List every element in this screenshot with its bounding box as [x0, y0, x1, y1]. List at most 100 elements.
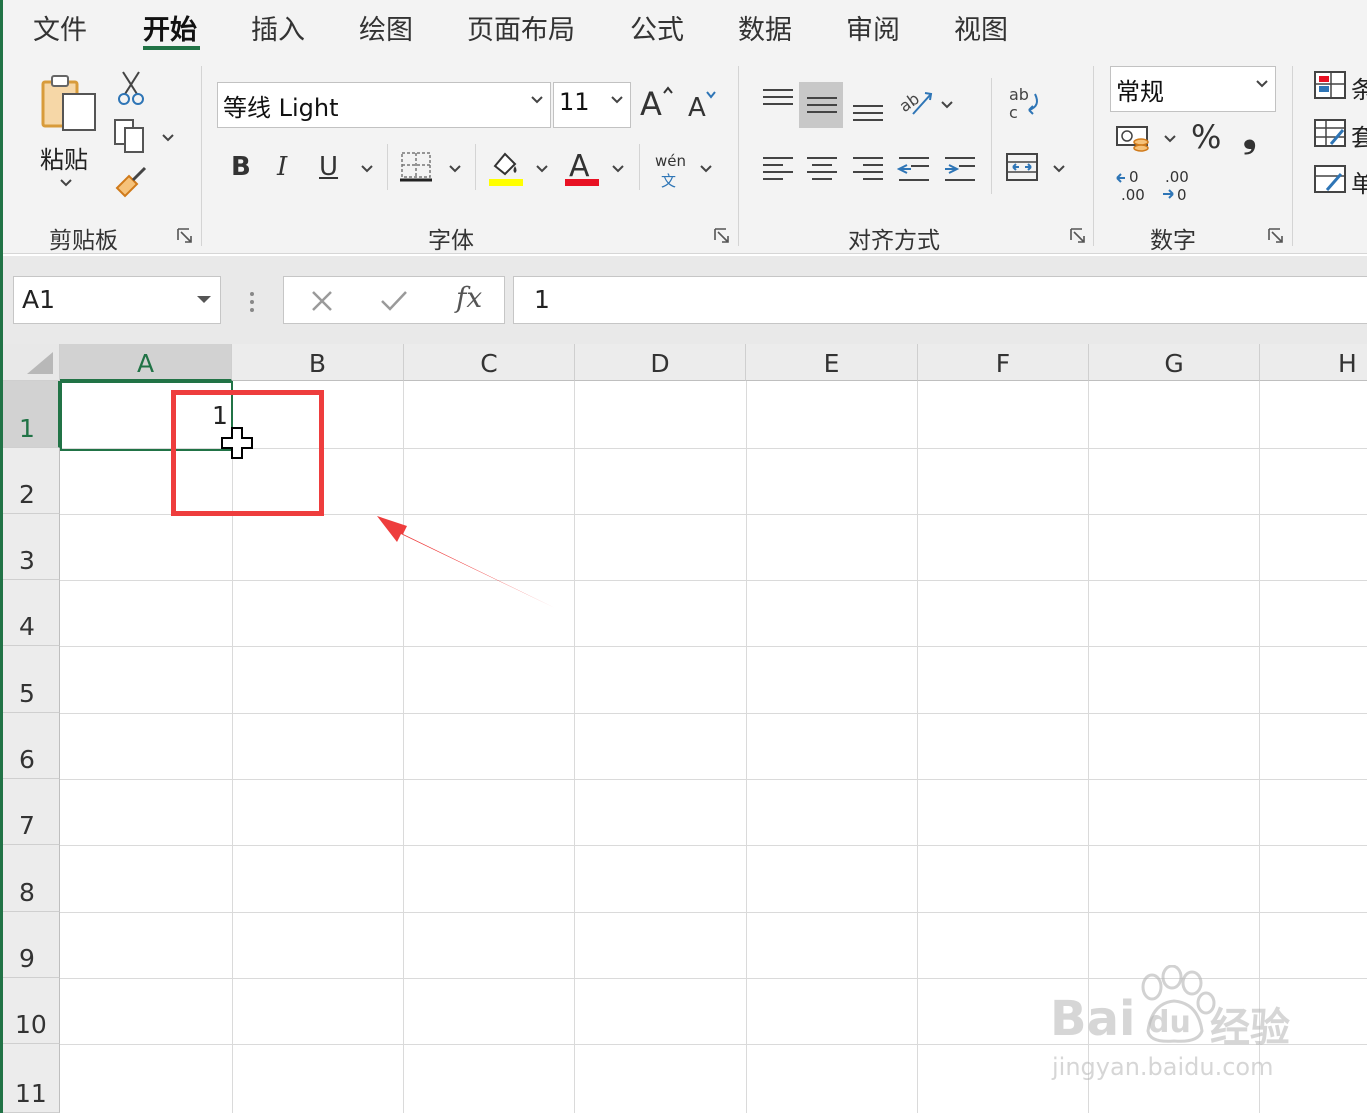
align-bottom-icon[interactable] [851, 96, 885, 126]
row-header-3[interactable]: 3 [3, 514, 60, 580]
active-tab-indicator [143, 46, 200, 50]
tab-view[interactable]: 视图 [954, 8, 1008, 47]
number-format-combo[interactable]: 常规 [1110, 66, 1276, 112]
merge-dropdown-icon[interactable] [1052, 164, 1066, 174]
comma-style-button[interactable]: ❟ [1243, 116, 1256, 156]
font-name-combo[interactable]: 等线 Light [217, 82, 551, 128]
tab-review[interactable]: 审阅 [846, 8, 900, 47]
bold-button[interactable]: B [231, 152, 251, 182]
column-header-e[interactable]: E [746, 344, 918, 381]
format-as-table-label[interactable]: 套 [1351, 118, 1367, 153]
format-as-table-icon[interactable] [1313, 118, 1347, 148]
borders-icon[interactable] [399, 150, 435, 184]
column-header-a[interactable]: A [60, 344, 232, 381]
orientation-icon[interactable]: ab [897, 84, 937, 120]
paste-icon[interactable] [39, 72, 101, 134]
font-color-dropdown-icon[interactable] [611, 164, 625, 174]
cell-styles-icon[interactable] [1313, 164, 1347, 194]
italic-button[interactable]: I [277, 152, 287, 182]
row-header-2[interactable]: 2 [3, 448, 60, 514]
align-top-icon[interactable] [761, 86, 795, 116]
formula-bar-resize-handle-icon[interactable] [247, 290, 257, 314]
tab-data[interactable]: 数据 [738, 8, 792, 47]
row-gridline [60, 845, 1367, 846]
underline-button[interactable]: U [319, 152, 338, 182]
format-painter-icon[interactable] [113, 166, 149, 200]
row-header-4[interactable]: 4 [3, 580, 60, 646]
alignment-dialog-launcher-icon[interactable] [1070, 228, 1086, 244]
percent-style-button[interactable]: % [1191, 118, 1221, 156]
number-dialog-launcher-icon[interactable] [1268, 228, 1284, 244]
borders-dropdown-icon[interactable] [448, 164, 462, 174]
row-header-10[interactable]: 10 [3, 978, 60, 1044]
decrease-indent-icon[interactable] [897, 154, 931, 184]
select-all-button[interactable] [3, 344, 60, 381]
tab-formulas[interactable]: 公式 [630, 8, 684, 47]
underline-dropdown-icon[interactable] [360, 164, 374, 174]
fill-color-icon[interactable] [487, 148, 525, 188]
font-color-icon[interactable]: A [563, 146, 601, 188]
row-gridline [60, 912, 1367, 913]
increase-decimal-icon[interactable]: 0 .00 [1115, 168, 1151, 202]
tab-insert[interactable]: 插入 [251, 8, 305, 47]
conditional-formatting-label[interactable]: 条 [1351, 70, 1367, 105]
increase-font-size-icon[interactable]: A [639, 84, 677, 118]
font-size-value: 11 [559, 88, 590, 116]
phonetic-guide-label[interactable]: wén [655, 152, 686, 170]
paste-dropdown-icon[interactable] [59, 178, 73, 188]
font-size-combo[interactable]: 11 [553, 82, 631, 128]
font-dialog-launcher-icon[interactable] [714, 228, 730, 244]
conditional-formatting-icon[interactable] [1313, 70, 1347, 100]
column-header-g[interactable]: G [1089, 344, 1260, 381]
watermark-brand-right: 经验 [1210, 1005, 1290, 1051]
align-center-icon[interactable] [805, 154, 839, 184]
align-left-icon[interactable] [761, 154, 795, 184]
watermark-url: jingyan.baidu.com [1052, 1053, 1274, 1081]
decrease-font-size-icon[interactable]: A [687, 88, 721, 118]
insert-function-button[interactable]: fx [456, 281, 482, 314]
formula-input[interactable]: 1 [513, 276, 1367, 324]
row-header-1[interactable]: 1 [3, 381, 60, 448]
cancel-entry-icon[interactable] [310, 289, 334, 313]
phonetic-guide-char[interactable]: 文 [661, 170, 676, 191]
copy-icon[interactable] [113, 118, 149, 154]
row-header-9[interactable]: 9 [3, 912, 60, 978]
accounting-format-icon[interactable] [1115, 124, 1153, 156]
cut-icon[interactable] [117, 70, 145, 106]
wrap-text-icon[interactable]: ab c [1007, 84, 1043, 122]
orientation-dropdown-icon[interactable] [940, 100, 954, 110]
row-header-5[interactable]: 5 [3, 646, 60, 713]
increase-indent-icon[interactable] [943, 154, 977, 184]
align-right-icon[interactable] [851, 154, 885, 184]
row-header-11[interactable]: 11 [3, 1044, 60, 1113]
clipboard-dialog-launcher-icon[interactable] [177, 228, 193, 244]
phonetic-dropdown-icon[interactable] [699, 164, 713, 174]
tab-page-layout[interactable]: 页面布局 [467, 8, 575, 47]
merge-center-icon[interactable] [1005, 152, 1041, 184]
align-middle-button[interactable] [799, 82, 843, 128]
tab-file[interactable]: 文件 [33, 8, 87, 47]
row-header-6[interactable]: 6 [3, 713, 60, 779]
column-header-b[interactable]: B [232, 344, 404, 381]
confirm-entry-icon[interactable] [380, 289, 408, 313]
accounting-dropdown-icon[interactable] [1163, 134, 1177, 144]
tab-draw[interactable]: 绘图 [359, 8, 413, 47]
column-header-d[interactable]: D [575, 344, 746, 381]
row-header-8[interactable]: 8 [3, 845, 60, 912]
tab-home[interactable]: 开始 [143, 8, 197, 47]
formula-buttons: fx [283, 276, 505, 324]
column-header-c[interactable]: C [404, 344, 575, 381]
column-header-f[interactable]: F [918, 344, 1089, 381]
paste-label[interactable]: 粘贴 [40, 140, 88, 175]
name-box[interactable]: A1 [13, 276, 221, 324]
font-name-value: 等线 Light [223, 94, 339, 122]
decrease-decimal-icon[interactable]: .00 0 [1161, 168, 1197, 202]
fill-color-dropdown-icon[interactable] [535, 164, 549, 174]
copy-dropdown-icon[interactable] [161, 133, 175, 143]
row-header-7[interactable]: 7 [3, 779, 60, 845]
cell-styles-label[interactable]: 单 [1351, 164, 1367, 199]
svg-text:ab: ab [897, 89, 923, 116]
excel-window: 文件 开始 插入 绘图 页面布局 公式 数据 审阅 视图 粘贴 剪贴板 等线 L… [0, 0, 1367, 1113]
name-box-dropdown-icon[interactable] [196, 295, 212, 305]
column-header-h[interactable]: H [1260, 344, 1367, 381]
